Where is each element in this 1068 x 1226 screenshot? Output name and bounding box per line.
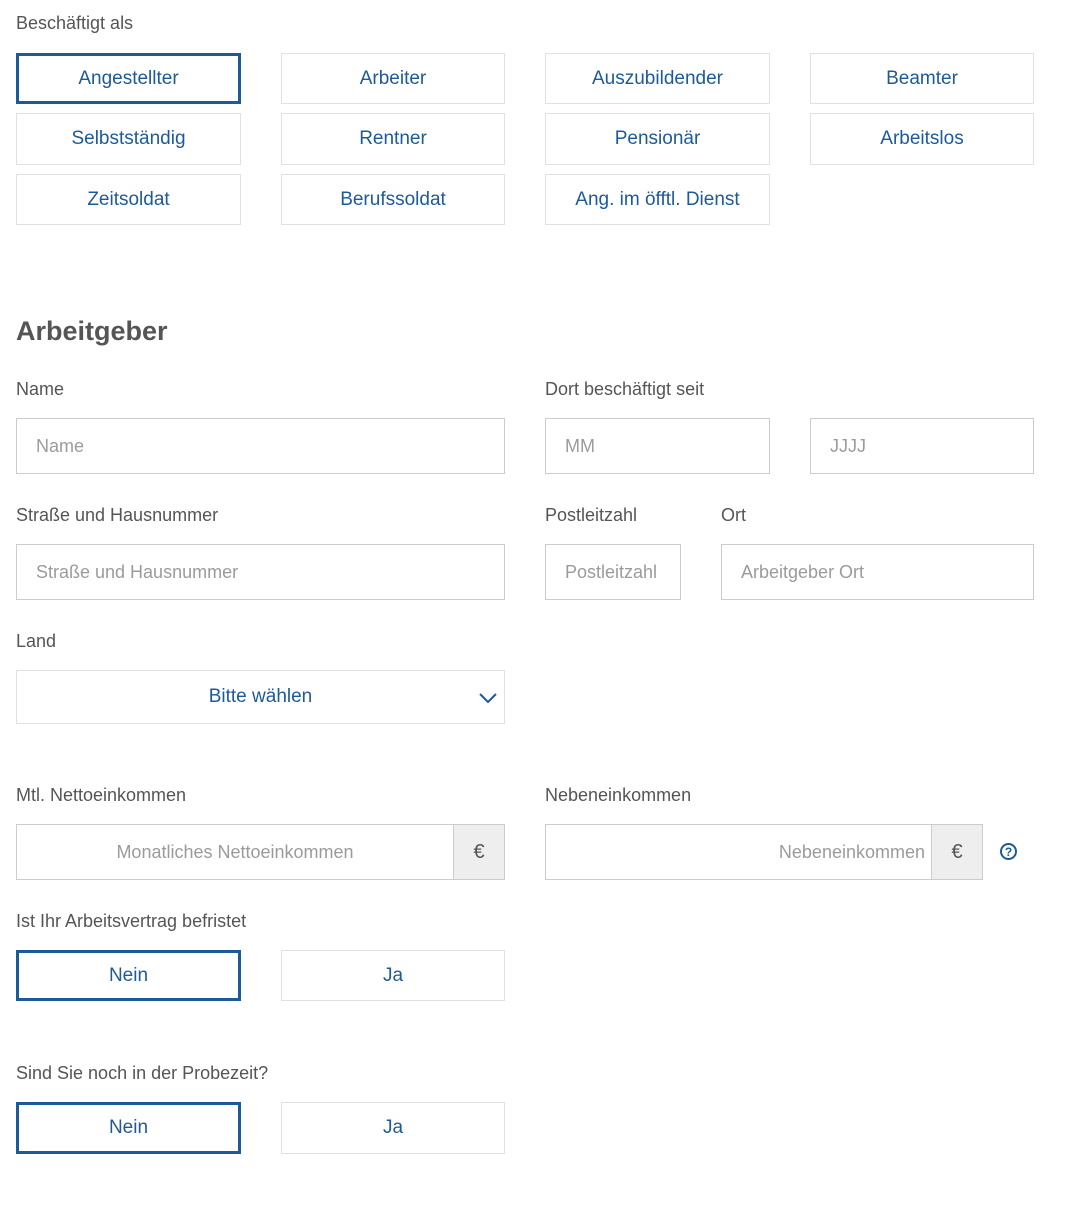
employer-name-input[interactable]: [16, 418, 505, 474]
employment-option-auszubildender[interactable]: Auszubildender: [545, 53, 770, 104]
probation-yes-button[interactable]: Ja: [281, 1102, 505, 1154]
street-input[interactable]: [16, 544, 505, 600]
employed-since-year-input[interactable]: [810, 418, 1034, 474]
net-income-currency-addon: €: [453, 824, 505, 880]
country-select[interactable]: Bitte wählen: [16, 670, 505, 724]
probation-no-button[interactable]: Nein: [16, 1102, 241, 1154]
country-label: Land: [16, 631, 57, 651]
employer-name-label: Name: [16, 379, 65, 399]
employment-option-selbststaendig[interactable]: Selbstständig: [16, 113, 241, 165]
country-select-value: Bitte wählen: [208, 686, 313, 707]
employment-option-zeitsoldat[interactable]: Zeitsoldat: [16, 174, 241, 225]
net-income-label: Mtl. Nettoeinkommen: [16, 785, 187, 805]
city-label: Ort: [721, 505, 746, 525]
employed-since-month-input[interactable]: [545, 418, 770, 474]
employment-option-arbeitslos[interactable]: Arbeitslos: [810, 113, 1034, 165]
side-income-label: Nebeneinkommen: [545, 785, 692, 805]
chevron-down-icon: [479, 693, 497, 704]
zip-label: Postleitzahl: [545, 505, 638, 525]
street-label: Straße und Hausnummer: [16, 505, 219, 525]
employment-option-angestellter[interactable]: Angestellter: [16, 53, 241, 104]
employment-option-arbeiter[interactable]: Arbeiter: [281, 53, 505, 104]
net-income-input[interactable]: [16, 824, 454, 880]
employment-label: Beschäftigt als: [16, 13, 134, 33]
employment-option-pensionaer[interactable]: Pensionär: [545, 113, 770, 165]
contract-limited-no-button[interactable]: Nein: [16, 950, 241, 1001]
side-income-input[interactable]: [545, 824, 932, 880]
help-icon[interactable]: ?: [1000, 843, 1017, 860]
city-input[interactable]: [721, 544, 1034, 600]
probation-label: Sind Sie noch in der Probezeit?: [16, 1063, 269, 1083]
employment-option-oeffentlicher-dienst[interactable]: Ang. im öfftl. Dienst: [545, 174, 770, 225]
side-income-currency-addon: €: [931, 824, 983, 880]
employment-option-rentner[interactable]: Rentner: [281, 113, 505, 165]
employment-option-berufssoldat[interactable]: Berufssoldat: [281, 174, 505, 225]
employed-since-label: Dort beschäftigt seit: [545, 379, 705, 399]
contract-limited-yes-button[interactable]: Ja: [281, 950, 505, 1001]
employer-heading: Arbeitgeber: [16, 316, 168, 346]
employment-option-beamter[interactable]: Beamter: [810, 53, 1034, 104]
contract-limited-label: Ist Ihr Arbeitsvertrag befristet: [16, 911, 247, 931]
zip-input[interactable]: [545, 544, 681, 600]
